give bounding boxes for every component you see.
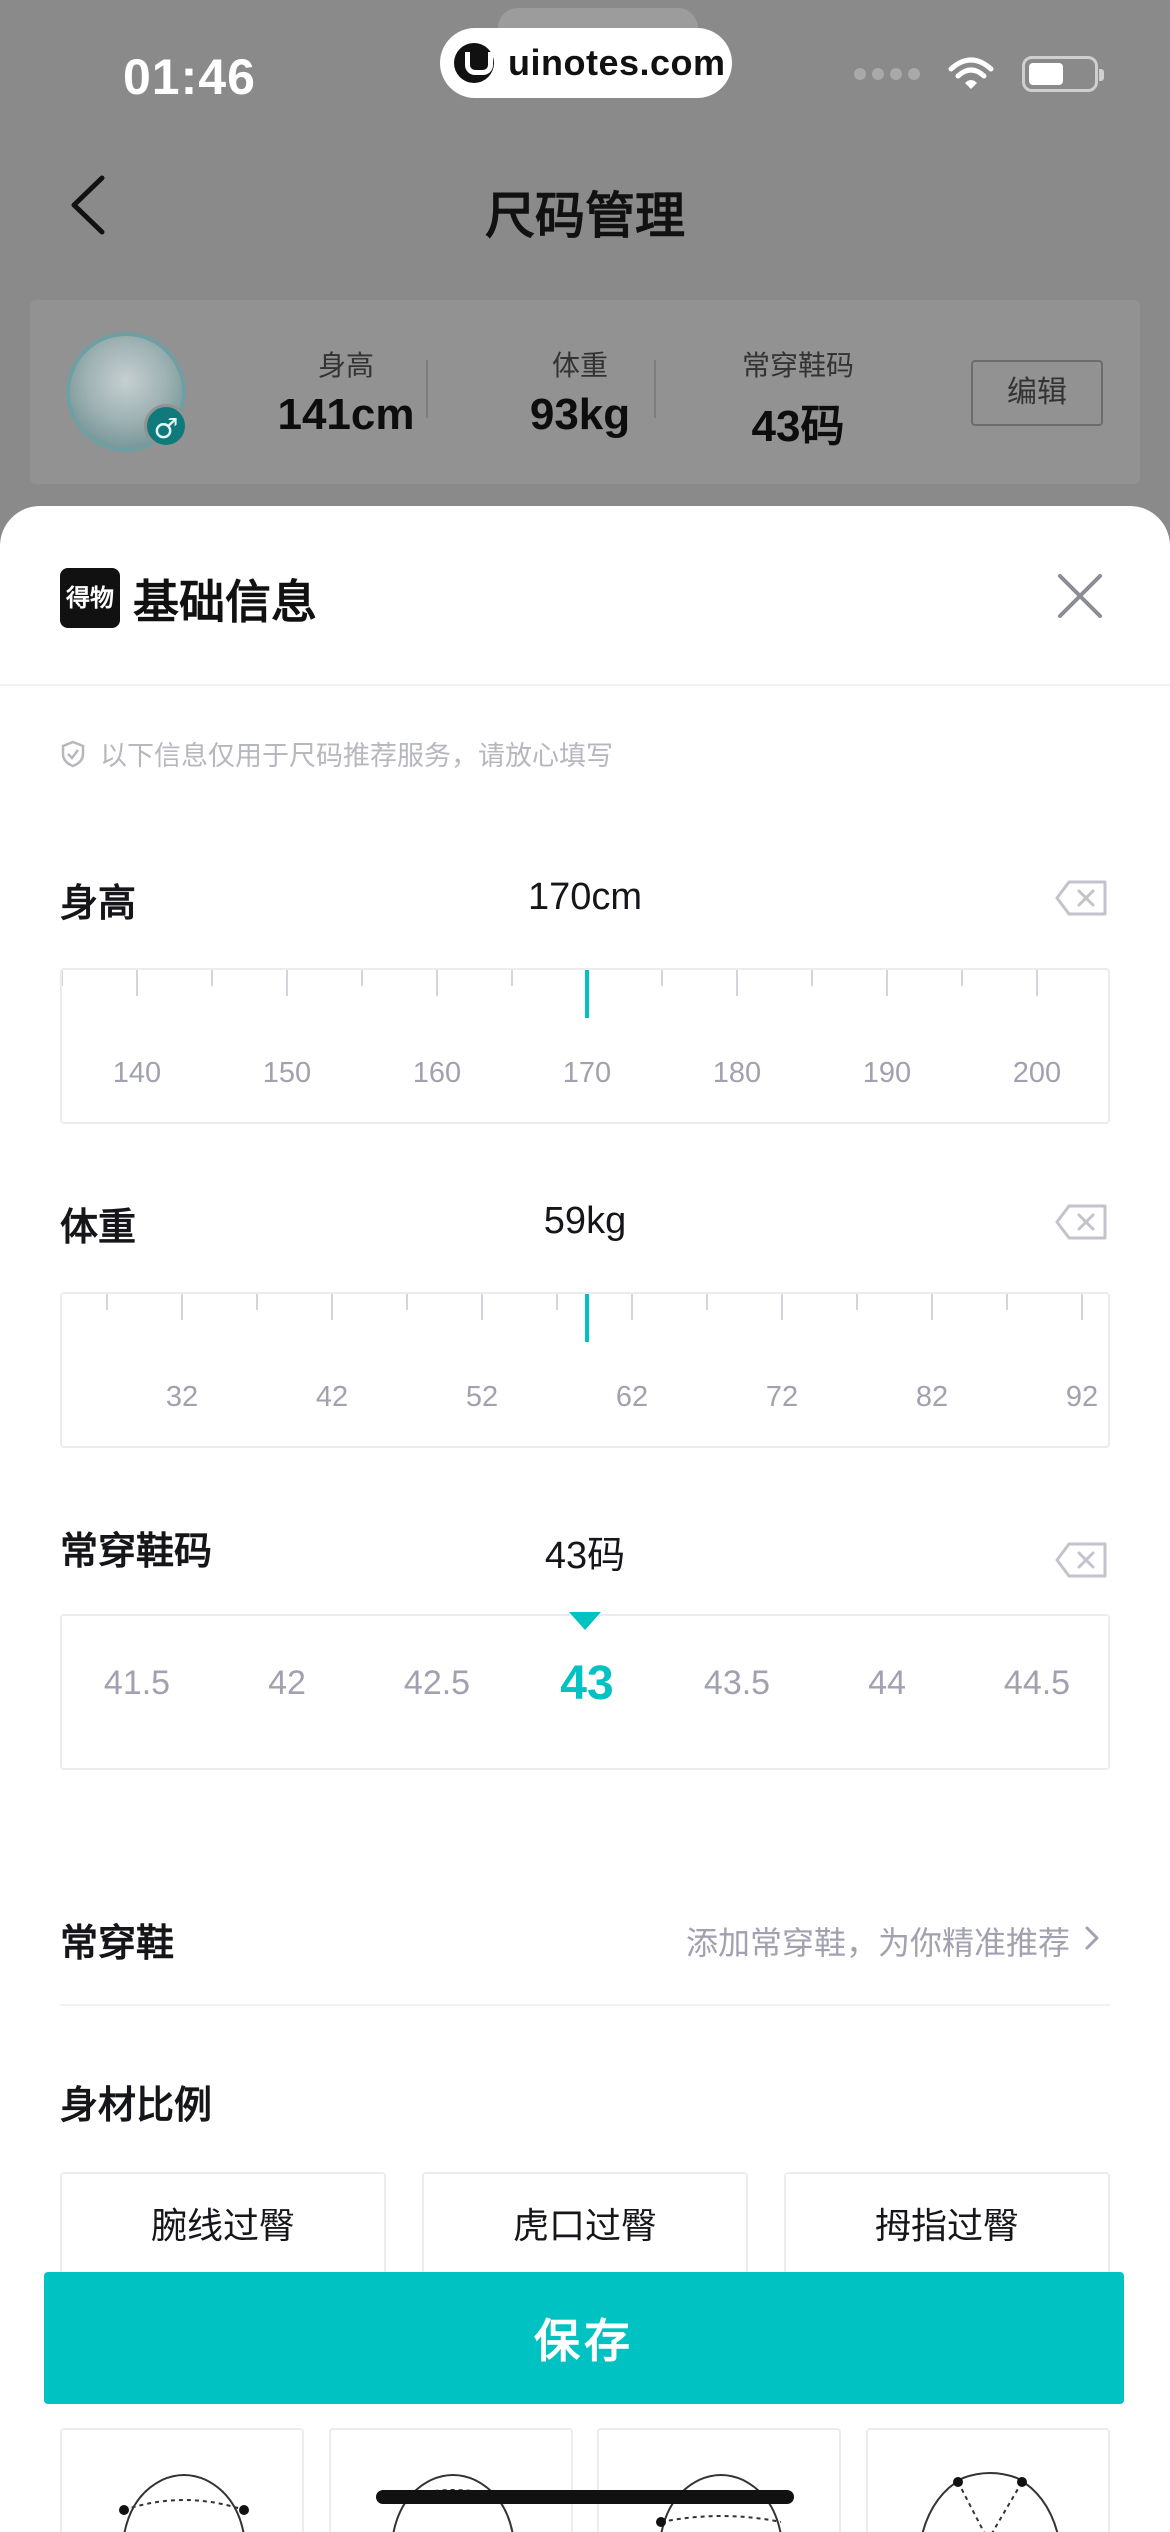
edit-button[interactable]: 编辑 — [971, 360, 1103, 426]
shoe-size-picker[interactable]: 41.5 42 42.5 43 43.5 44 44.5 — [60, 1614, 1110, 1770]
sheet-header: 得物 基础信息 — [0, 506, 1170, 686]
shoe-size-option[interactable]: 44 — [812, 1664, 962, 1703]
body-ratio-option-thumb[interactable]: 拇指过臀 — [784, 2172, 1110, 2282]
stat-label: 身高 — [317, 349, 374, 382]
shoulder-type-card[interactable] — [329, 2428, 573, 2532]
sheet-title: 基础信息 — [133, 575, 317, 629]
stat-height: 身高 141cm — [226, 344, 466, 440]
body-ratio-option-tiger-mouth[interactable]: 虎口过臀 — [422, 2172, 748, 2282]
profile-summary-card: ♂ 身高 141cm 体重 93kg 常穿鞋码 43码 编辑 — [30, 300, 1140, 484]
shoe-size-option-selected[interactable]: 43 — [512, 1656, 662, 1711]
body-ratio-option-wrist[interactable]: 腕线过臀 — [60, 2172, 386, 2282]
shoe-size-option[interactable]: 43.5 — [662, 1664, 812, 1703]
stat-value: 141cm — [277, 390, 415, 439]
shoe-size-option[interactable]: 42 — [212, 1664, 362, 1703]
background-page: 01:46 uinotes.com 尺码管理 ♂ 身高 141cm 体重 93k… — [0, 0, 1170, 560]
ruler-tick-label: 82 — [916, 1381, 948, 1413]
close-button[interactable] — [1050, 566, 1110, 626]
ruler-tick-label: 150 — [263, 1057, 311, 1089]
divider — [654, 360, 656, 418]
height-ruler[interactable]: 140 150 160 170 180 190 200 — [60, 968, 1110, 1124]
ruler-tick-label: 52 — [466, 1381, 498, 1413]
clear-height-icon[interactable] — [1055, 880, 1107, 916]
stat-shoe-size: 常穿鞋码 43码 — [678, 344, 918, 454]
page-title: 尺码管理 — [485, 187, 685, 245]
privacy-note: 以下信息仅用于尺码推荐服务，请放心填写 — [60, 734, 613, 773]
height-ruler-scale: 140 150 160 170 180 190 200 — [62, 970, 1061, 1089]
wifi-icon — [948, 57, 994, 89]
status-time: 01:46 — [123, 49, 256, 105]
weight-value: 59kg — [543, 1200, 627, 1242]
battery-icon — [1022, 56, 1104, 92]
body-ratio-label: 身材比例 — [60, 2083, 213, 2127]
basic-info-sheet: 得物 基础信息 以下信息仅用于尺码推荐服务，请放心填写 身高 170cm 140… — [0, 506, 1170, 2532]
watermark-text: uinotes.com — [508, 42, 726, 83]
shoulder-illustration-icon — [921, 2472, 1059, 2532]
shoulder-type-card[interactable] — [597, 2428, 841, 2532]
watermark-logo-icon — [454, 43, 494, 83]
clear-weight-icon[interactable] — [1055, 1204, 1107, 1240]
shield-check-icon — [61, 740, 85, 767]
ruler-tick-label: 92 — [1066, 1381, 1098, 1413]
shoulder-illustration-icon — [119, 2474, 249, 2532]
ruler-tick-label: 32 — [166, 1381, 198, 1413]
shoe-size-option[interactable]: 41.5 — [62, 1664, 212, 1703]
weight-ruler-scale: 32 42 52 62 72 82 92 — [106, 1294, 1098, 1413]
dewu-logo-icon: 得物 — [60, 568, 120, 628]
chevron-right-icon — [1085, 1926, 1099, 1950]
ruler-tick-label: 72 — [766, 1381, 798, 1413]
save-button[interactable]: 保存 — [44, 2272, 1124, 2404]
ruler-tick-label: 200 — [1013, 1057, 1061, 1089]
height-value: 170cm — [527, 876, 643, 918]
favorite-shoes-hint: 添加常穿鞋，为你精准推荐 — [685, 1924, 1070, 1962]
favorite-shoes-row[interactable]: 常穿鞋 添加常穿鞋，为你精准推荐 — [60, 1886, 1110, 2006]
stat-label: 体重 — [551, 349, 608, 382]
ruler-tick-label: 62 — [616, 1381, 648, 1413]
ruler-tick-label: 170 — [563, 1057, 611, 1089]
stat-value: 93kg — [529, 390, 631, 439]
shoulder-type-card[interactable] — [866, 2428, 1110, 2532]
weight-ruler[interactable]: 32 42 52 62 72 82 92 — [60, 1292, 1110, 1448]
shoulder-illustration-icon — [392, 2474, 514, 2532]
shoe-size-option[interactable]: 44.5 — [962, 1664, 1112, 1703]
home-indicator — [376, 2490, 794, 2504]
shoulder-type-card[interactable] — [60, 2428, 304, 2532]
shoe-size-option[interactable]: 42.5 — [362, 1664, 512, 1703]
divider — [426, 360, 428, 418]
stat-value: 43码 — [751, 402, 845, 451]
male-gender-icon: ♂ — [144, 404, 188, 448]
ruler-tick-label: 190 — [863, 1057, 911, 1089]
shoulder-illustration-icon — [656, 2474, 782, 2532]
signal-icon — [854, 68, 920, 80]
ruler-tick-label: 140 — [113, 1057, 161, 1089]
stat-label: 常穿鞋码 — [741, 349, 854, 382]
shoe-size-value: 43码 — [544, 1535, 626, 1577]
watermark-badge: uinotes.com — [440, 28, 732, 98]
ruler-tick-label: 160 — [413, 1057, 461, 1089]
ruler-tick-label: 42 — [316, 1381, 348, 1413]
favorite-shoes-label: 常穿鞋 — [60, 1921, 175, 1965]
privacy-text: 以下信息仅用于尺码推荐服务，请放心填写 — [100, 741, 613, 772]
shoe-size-pointer-icon — [569, 1612, 601, 1630]
ruler-tick-label: 180 — [713, 1057, 761, 1089]
stat-weight: 体重 93kg — [460, 344, 700, 440]
clear-shoe-size-icon[interactable] — [1055, 1542, 1107, 1578]
status-icons — [854, 56, 1104, 92]
